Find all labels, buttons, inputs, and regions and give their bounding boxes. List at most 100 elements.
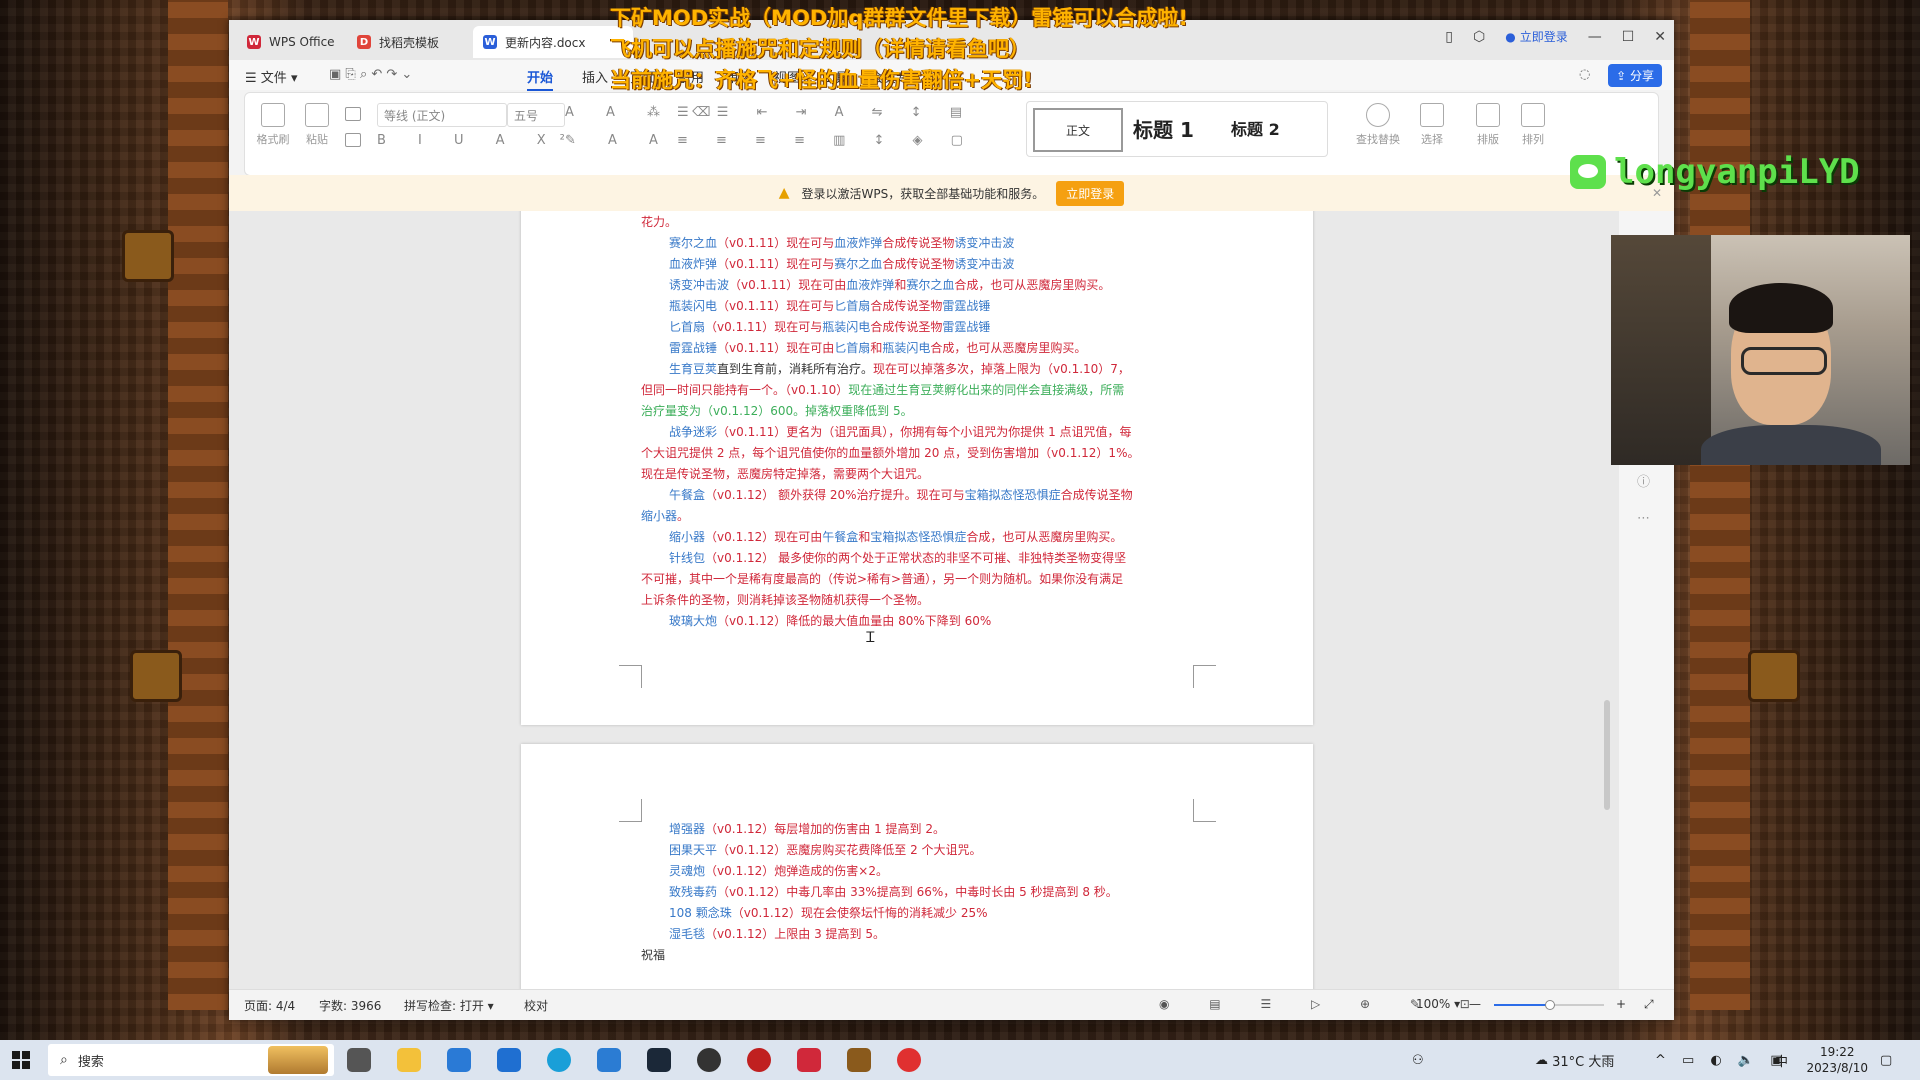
weather-widget[interactable]: ☁ 31°C 大雨	[1535, 1040, 1614, 1080]
login-button[interactable]: ● 立即登录	[1505, 28, 1568, 45]
word-count[interactable]: 字数: 3966	[319, 997, 381, 1014]
document-line[interactable]: 但同一时间只能持有一个。（v0.1.10）现在通过生育豆荚孵化出来的同伴会直接满…	[641, 380, 1201, 401]
document-line[interactable]: 针线包（v0.1.12） 最多使你的两个处于正常状态的非坚不可摧、非独特类圣物变…	[669, 548, 1229, 569]
document-line[interactable]: 雷霆战锤（v0.1.11）现在可由匕首扇和瓶装闪电合成，也可从恶魔房里购买。	[669, 338, 1229, 359]
more-icon[interactable]: ⋯	[1637, 511, 1650, 526]
document-line[interactable]: 瓶装闪电（v0.1.11）现在可与匕首扇合成传说圣物雷霆战锤	[669, 296, 1229, 317]
document-line[interactable]: 致残毒药（v0.1.12）中毒几率由 33%提高到 66%，中毒时长由 5 秒提…	[669, 882, 1229, 903]
copy-icon[interactable]	[345, 133, 361, 147]
find-replace-button[interactable]: 查找替换	[1350, 103, 1406, 147]
font-format-icons[interactable]: B I U A X²	[377, 133, 579, 148]
document-line[interactable]: 困果天平（v0.1.12）恶魔房购买花费降低至 2 个大诅咒。	[669, 840, 1229, 861]
obs-icon[interactable]	[697, 1048, 721, 1072]
document-line[interactable]: 灵魂炮（v0.1.12）炮弹造成的伤害×2。	[669, 861, 1229, 882]
file-explorer-icon[interactable]	[397, 1048, 421, 1072]
style-normal[interactable]: 正文	[1033, 108, 1123, 152]
edge-icon[interactable]	[547, 1048, 571, 1072]
zoom-out-icon[interactable]: —	[1469, 997, 1481, 1011]
app-blue-icon[interactable]	[597, 1048, 621, 1072]
help-icon[interactable]: ⓘ	[1637, 471, 1650, 490]
document-line[interactable]: 祝福	[641, 945, 1201, 966]
arrange-button[interactable]: 排列	[1513, 103, 1553, 147]
windows-start-icon[interactable]	[12, 1051, 30, 1069]
store-icon[interactable]	[447, 1048, 471, 1072]
zoom-level[interactable]: 100% ▾	[1416, 997, 1460, 1011]
document-line[interactable]: 血液炸弹（v0.1.11）现在可与赛尔之血合成传说圣物诱变冲击波	[669, 254, 1229, 275]
document-line[interactable]: 玻璃大炮（v0.1.12）降低的最大值血量由 80%下降到 60%	[669, 611, 1229, 632]
notice-login-button[interactable]: 立即登录	[1056, 180, 1125, 206]
document-line[interactable]: 战争迷彩（v0.1.11）更名为（诅咒面具），你拥有每个小诅咒为你提供 1 点诅…	[669, 422, 1229, 443]
document-line[interactable]: 上诉条件的圣物，则消耗掉该圣物随机获得一个圣物。	[641, 590, 1201, 611]
comment-icon[interactable]: ◌	[1579, 67, 1590, 82]
document-line[interactable]: 增强器（v0.1.12）每层增加的伤害由 1 提高到 2。	[669, 819, 1229, 840]
alignment-icons[interactable]: ≡ ≡ ≡ ≡ ▥ ↕ ◈ ▢	[677, 133, 975, 148]
maximize-icon[interactable]: ☐	[1622, 29, 1635, 45]
cursor-icon	[1420, 103, 1444, 127]
scrollbar-thumb[interactable]	[1604, 700, 1610, 810]
document-line[interactable]: 午餐盒（v0.1.12） 额外获得 20%治疗提升。现在可与宝箱拟态怪恐惧症合成…	[669, 485, 1229, 506]
toolbar-quick-icons[interactable]: ▣ ⎘ ⌕ ↶ ↷ ⌄	[329, 67, 412, 82]
document-page[interactable]: 增强器（v0.1.12）每层增加的伤害由 1 提高到 2。 困果天平（v0.1.1…	[521, 744, 1313, 990]
text-segment: 合成传说圣物	[882, 236, 955, 250]
format-painter-button[interactable]: 格式刷	[253, 103, 293, 147]
ime-indicator[interactable]: 中	[1775, 1040, 1788, 1080]
document-page[interactable]: 花力。 赛尔之血（v0.1.11）现在可与血液炸弹合成传说圣物诱变冲击波 血液炸弹（…	[521, 211, 1313, 725]
file-menu[interactable]: ☰ 文件 ▾	[245, 67, 297, 86]
layout-lines-icon	[1476, 103, 1500, 127]
document-line[interactable]: 诱变冲击波（v0.1.11）现在可由血液炸弹和赛尔之血合成，也可从恶魔房里购买。	[669, 275, 1229, 296]
people-icon[interactable]: ⚇	[1412, 1040, 1424, 1080]
cut-icon[interactable]	[345, 107, 361, 121]
cube-icon[interactable]: ⬡	[1473, 29, 1485, 45]
mail-icon[interactable]	[497, 1048, 521, 1072]
document-line[interactable]: 湿毛毯（v0.1.12）上限由 3 提高到 5。	[669, 924, 1229, 945]
close-icon[interactable]: ✕	[1654, 29, 1666, 45]
font-size-select[interactable]: 五号	[507, 103, 565, 127]
tray-icons[interactable]: ^ ▭ ◐ 🔈 ▣	[1655, 1040, 1789, 1080]
minimize-icon[interactable]: —	[1588, 29, 1602, 45]
app-red-icon[interactable]	[747, 1048, 771, 1072]
fullscreen-icon[interactable]: ⤢	[1644, 997, 1654, 1012]
list-indent-icons[interactable]: ☰ ☰ ⇤ ⇥ A ⇋ ↕ ▤	[677, 105, 974, 120]
document-line[interactable]: 花力。	[641, 212, 1201, 233]
text-segment: （v0.1.12）炮弹造成的伤害×2。	[705, 864, 888, 878]
wps-taskbar-icon[interactable]	[797, 1048, 821, 1072]
paste-button[interactable]: 粘贴	[297, 103, 337, 147]
select-button[interactable]: 选择	[1410, 103, 1454, 147]
tab-wps-office[interactable]: W WPS Office	[237, 26, 357, 58]
layout-button[interactable]: 排版	[1468, 103, 1508, 147]
document-line[interactable]: 治疗量变为（v0.1.12）600。掉落权重降低到 5。	[641, 401, 1201, 422]
layout-icon[interactable]: ▯	[1445, 29, 1453, 45]
netease-music-icon[interactable]	[897, 1048, 921, 1072]
document-line[interactable]: 个大诅咒提供 2 点，每个诅咒值使你的血量额外增加 20 点，受到伤害增加（v0…	[641, 443, 1201, 464]
steam-icon[interactable]	[647, 1048, 671, 1072]
document-line[interactable]: 不可摧，其中一个是稀有度最高的（传说>稀有>普通），另一个则为随机。如果你没有满…	[641, 569, 1201, 590]
document-line[interactable]: 现在是传说圣物，恶魔房特定掉落，需要两个大诅咒。	[641, 464, 1201, 485]
style-heading-2[interactable]: 标题 2	[1231, 116, 1280, 140]
document-line[interactable]: 缩小器。	[641, 506, 1201, 527]
proofread-button[interactable]: 校对	[524, 997, 548, 1014]
document-line[interactable]: 108 颗念珠（v0.1.12）现在会使祭坛忏悔的消耗减少 25%	[669, 903, 1229, 924]
document-line[interactable]: 赛尔之血（v0.1.11）现在可与血液炸弹合成传说圣物诱变冲击波	[669, 233, 1229, 254]
task-view-icon[interactable]	[347, 1048, 371, 1072]
share-button[interactable]: ⇪ 分享	[1608, 64, 1662, 87]
notification-icon[interactable]: ▢	[1880, 1040, 1892, 1080]
font-name-select[interactable]: 等线 (正文)	[377, 103, 507, 127]
document-area[interactable]: 花力。 赛尔之血（v0.1.11）现在可与血液炸弹合成传说圣物诱变冲击波 血液炸弹（…	[229, 211, 1674, 990]
text-color-icons[interactable]: ✎ A A	[565, 133, 672, 148]
menu-start[interactable]: 开始	[527, 67, 554, 91]
game-taskbar-icon[interactable]	[847, 1048, 871, 1072]
document-line[interactable]: 生育豆荚直到生育前，消耗所有治疗。现在可以掉落多次，掉落上限为（v0.1.10）…	[669, 359, 1229, 380]
document-line[interactable]: 缩小器（v0.1.12）现在可由午餐盒和宝箱拟态怪恐惧症合成，也可从恶魔房里购买…	[669, 527, 1229, 548]
style-heading-1[interactable]: 标题 1	[1133, 114, 1194, 143]
taskbar-search[interactable]: ⌕ 搜索	[48, 1044, 334, 1076]
menu-insert[interactable]: 插入	[582, 67, 608, 86]
zoom-slider-knob[interactable]	[1545, 1000, 1555, 1010]
zoom-in-icon[interactable]: +	[1616, 997, 1626, 1011]
zoom-slider[interactable]	[1494, 1000, 1604, 1010]
document-line[interactable]: 匕首扇（v0.1.11）现在可与瓶装闪电合成传说圣物雷霆战锤	[669, 317, 1229, 338]
spellcheck-toggle[interactable]: 拼写检查: 打开 ▾	[404, 997, 494, 1014]
tab-document[interactable]: W 更新内容.docx	[473, 26, 633, 58]
taskbar-clock[interactable]: 19:22 2023/8/10	[1806, 1044, 1868, 1076]
page-count[interactable]: 页面: 4/4	[244, 997, 295, 1014]
tab-docer-templates[interactable]: D 找稻壳模板	[347, 26, 467, 58]
